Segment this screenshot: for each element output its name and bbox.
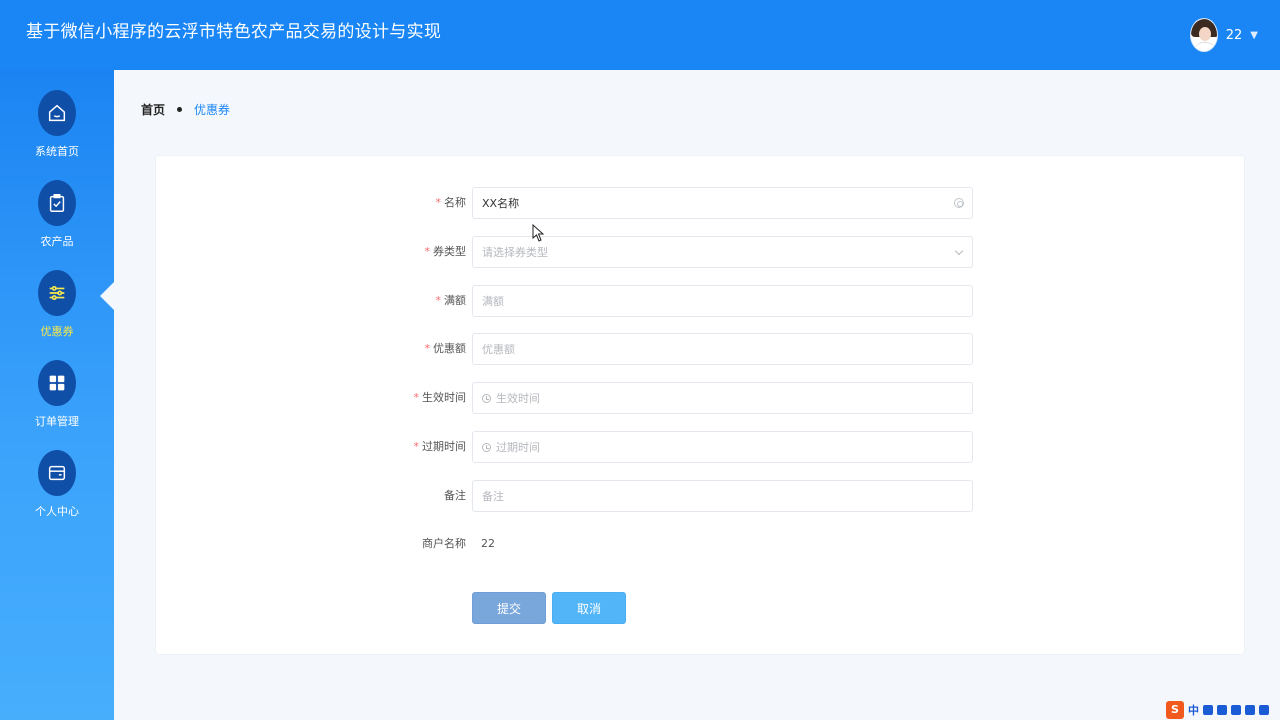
mouse-cursor-icon <box>532 224 544 242</box>
end-time-placeholder: 过期时间 <box>496 441 540 454</box>
breadcrumb: 首页 优惠券 <box>141 101 230 118</box>
sliders-icon <box>38 270 76 316</box>
ime-mode[interactable]: 中 <box>1188 702 1199 718</box>
remark-label: 备注 <box>444 489 466 502</box>
active-indicator <box>100 282 114 310</box>
sidebar-item-label: 订单管理 <box>35 415 79 428</box>
form-row-merchant: 商户名称 22 <box>156 528 1246 560</box>
sidebar-item-profile[interactable]: 个人中心 <box>0 450 114 530</box>
discount-label: * 优惠额 <box>424 342 467 355</box>
start-time-label: * 生效时间 <box>413 391 467 404</box>
clipboard-check-icon <box>38 180 76 226</box>
cancel-button[interactable]: 取消 <box>552 592 626 624</box>
clock-icon <box>482 393 491 403</box>
sidebar-item-label: 系统首页 <box>35 145 79 158</box>
app-header: 基于微信小程序的云浮市特色农产品交易的设计与实现 22 ▼ <box>0 0 1280 70</box>
username[interactable]: 22 <box>1226 28 1243 43</box>
skin-icon[interactable] <box>1245 705 1255 715</box>
sidebar-item-coupons[interactable]: 优惠券 <box>0 270 114 350</box>
breadcrumb-current: 优惠券 <box>194 103 231 117</box>
threshold-input[interactable]: 满额 <box>472 285 973 317</box>
discount-placeholder: 优惠额 <box>482 343 515 356</box>
start-time-picker[interactable]: 生效时间 <box>472 382 973 414</box>
sidebar-item-home[interactable]: 系统首页 <box>0 90 114 170</box>
form-row-threshold: * 满额 满额 <box>156 285 1246 317</box>
form-row-coupon-type: * 券类型 请选择券类型 <box>156 236 1246 268</box>
end-time-picker[interactable]: 过期时间 <box>472 431 973 463</box>
grid-icon <box>38 360 76 406</box>
remark-placeholder: 备注 <box>482 490 504 503</box>
threshold-label: * 满额 <box>435 294 467 307</box>
name-label: * 名称 <box>435 196 467 209</box>
sidebar-item-label: 优惠券 <box>40 325 74 338</box>
submit-button[interactable]: 提交 <box>472 592 546 624</box>
form-row-end-time: * 过期时间 过期时间 <box>156 431 1246 463</box>
discount-input[interactable]: 优惠额 <box>472 333 973 365</box>
threshold-placeholder: 满额 <box>482 295 504 308</box>
name-input-value: XX名称 <box>482 197 520 210</box>
merchant-label: 商户名称 <box>422 537 466 550</box>
sidebar-item-products[interactable]: 农产品 <box>0 180 114 260</box>
form-row-start-time: * 生效时间 生效时间 <box>156 382 1246 414</box>
start-time-placeholder: 生效时间 <box>496 392 540 405</box>
clock-icon <box>482 442 491 452</box>
clear-icon[interactable] <box>954 198 964 208</box>
app-title: 基于微信小程序的云浮市特色农产品交易的设计与实现 <box>26 22 442 42</box>
microphone-icon[interactable] <box>1217 705 1227 715</box>
user-menu[interactable]: 22 ▼ <box>1189 18 1258 52</box>
form-row-name: * 名称 XX名称 <box>156 187 1246 219</box>
name-input[interactable]: XX名称 <box>472 187 973 219</box>
wallet-icon <box>38 450 76 496</box>
sidebar-item-orders[interactable]: 订单管理 <box>0 360 114 440</box>
punctuation-icon[interactable] <box>1203 705 1213 715</box>
home-icon <box>38 90 76 136</box>
form-row-discount: * 优惠额 优惠额 <box>156 333 1246 365</box>
merchant-value: 22 <box>481 537 495 550</box>
sidebar: 系统首页 农产品 优惠券 订单管理 个人中心 <box>0 70 114 720</box>
menu-grid-icon[interactable] <box>1259 705 1269 715</box>
ime-logo[interactable]: S <box>1166 701 1184 719</box>
caret-down-icon[interactable]: ▼ <box>1250 30 1258 41</box>
sidebar-item-label: 农产品 <box>40 235 74 248</box>
remark-input[interactable]: 备注 <box>472 480 973 512</box>
end-time-label: * 过期时间 <box>413 440 467 453</box>
coupon-form: * 名称 XX名称 * 券类型 请选择券类型 * 满额 满额 * 优惠额 优惠额 * 生效… <box>155 155 1245 655</box>
ime-toolbar[interactable]: S 中 <box>1166 700 1280 720</box>
chevron-down-icon[interactable] <box>954 246 964 256</box>
coupon-type-label: * 券类型 <box>424 245 467 258</box>
avatar[interactable] <box>1189 18 1218 52</box>
form-row-remark: 备注 备注 <box>156 480 1246 512</box>
breadcrumb-separator <box>177 107 183 112</box>
breadcrumb-home[interactable]: 首页 <box>141 101 165 118</box>
keyboard-icon[interactable] <box>1231 705 1241 715</box>
coupon-type-select[interactable]: 请选择券类型 <box>472 236 973 268</box>
coupon-type-placeholder: 请选择券类型 <box>482 246 548 259</box>
sidebar-item-label: 个人中心 <box>35 505 79 518</box>
